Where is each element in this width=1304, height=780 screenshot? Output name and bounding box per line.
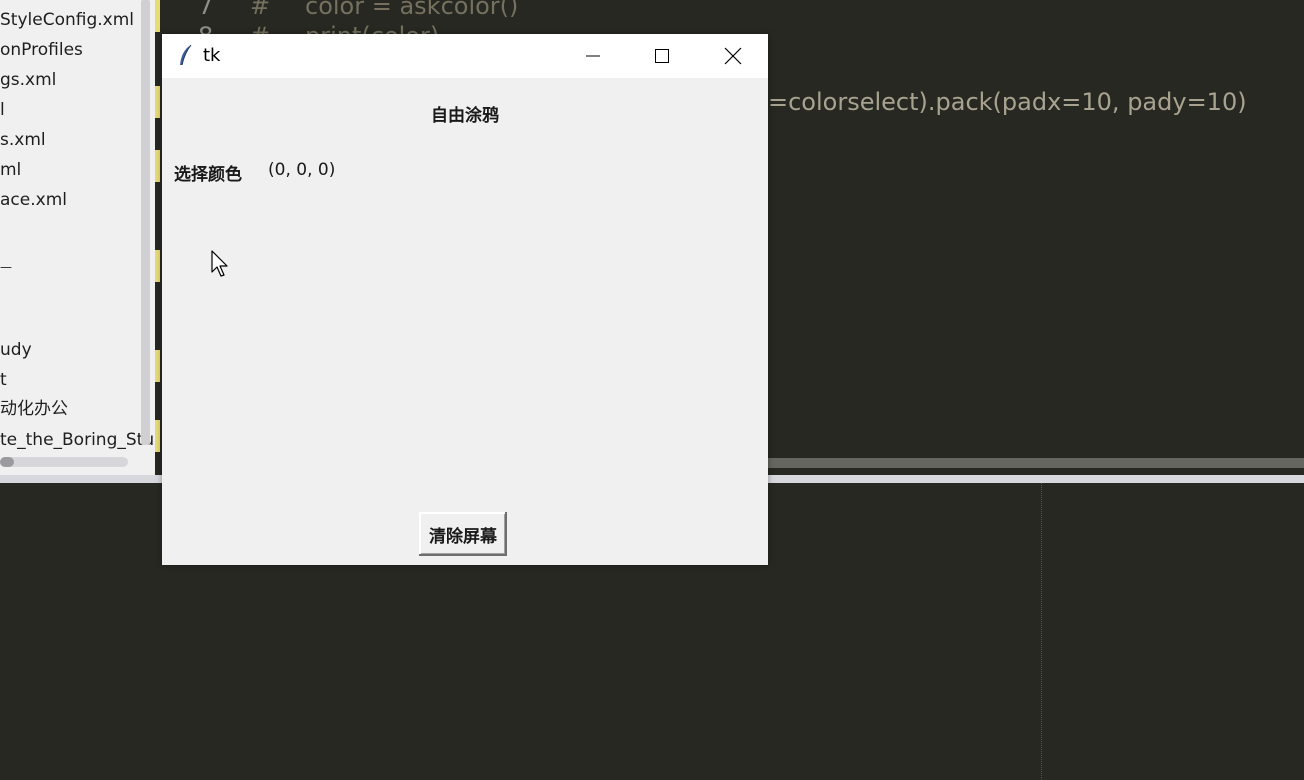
file-tree-item[interactable]: l	[0, 95, 5, 125]
gutter-change-mark	[155, 150, 160, 182]
file-tree-item[interactable]: ml	[0, 155, 21, 185]
file-tree-item[interactable]: gs.xml	[0, 65, 56, 95]
file-tree-item[interactable]: ace.xml	[0, 185, 67, 215]
gutter-change-mark	[155, 0, 160, 32]
file-tree-item[interactable]: te_the_Boring_Stu	[0, 425, 154, 455]
sidebar-vertical-scrollbar[interactable]	[141, 0, 150, 445]
code-line[interactable]: color = askcolor()	[305, 0, 518, 20]
minimize-icon	[586, 55, 600, 57]
choose-color-label[interactable]: 选择颜色	[174, 160, 242, 185]
editor-gutter	[155, 0, 162, 475]
color-value-text: (0, 0, 0)	[268, 160, 336, 180]
window-title: tk	[203, 45, 221, 66]
code-line[interactable]: =colorselect).pack(padx=10, pady=10)	[768, 88, 1247, 116]
file-tree-item[interactable]: onProfiles	[0, 35, 83, 65]
window-titlebar[interactable]: tk	[162, 34, 768, 78]
file-tree-item[interactable]: t	[0, 365, 7, 395]
gutter-change-mark	[155, 420, 160, 452]
line-number: 7	[198, 0, 214, 20]
mouse-pointer-icon	[211, 250, 228, 277]
sidebar-horizontal-scrollbar[interactable]	[0, 457, 128, 467]
gutter-change-mark	[155, 86, 160, 118]
tk-window: tk 自由涂鸦 选择颜色 (0, 0, 0) 清除屏幕	[162, 34, 768, 565]
maximize-button[interactable]	[639, 34, 685, 78]
close-icon	[724, 47, 742, 65]
gutter-change-mark	[155, 250, 160, 282]
gutter-change-mark	[155, 350, 160, 382]
file-tree-item[interactable]: —	[0, 252, 12, 282]
close-button[interactable]	[710, 34, 756, 78]
editor-ruler-line	[1041, 483, 1043, 780]
file-tree-item[interactable]: StyleConfig.xml	[0, 5, 134, 35]
file-tree-item[interactable]: s.xml	[0, 125, 46, 155]
minimize-button[interactable]	[570, 34, 616, 78]
file-tree-panel: StyleConfig.xml onProfiles gs.xml l s.xm…	[0, 0, 155, 475]
sidebar-horizontal-scroll-thumb[interactable]	[0, 457, 14, 467]
clear-screen-button[interactable]: 清除屏幕	[419, 512, 507, 556]
feather-icon	[180, 44, 192, 66]
maximize-icon	[655, 49, 669, 63]
code-comment-marker: #	[250, 0, 271, 20]
file-tree-item[interactable]: udy	[0, 335, 32, 365]
file-tree-item[interactable]: 动化办公	[0, 394, 68, 424]
app-heading: 自由涂鸦	[431, 106, 499, 126]
editor-horizontal-scrollbar[interactable]	[768, 458, 1304, 468]
